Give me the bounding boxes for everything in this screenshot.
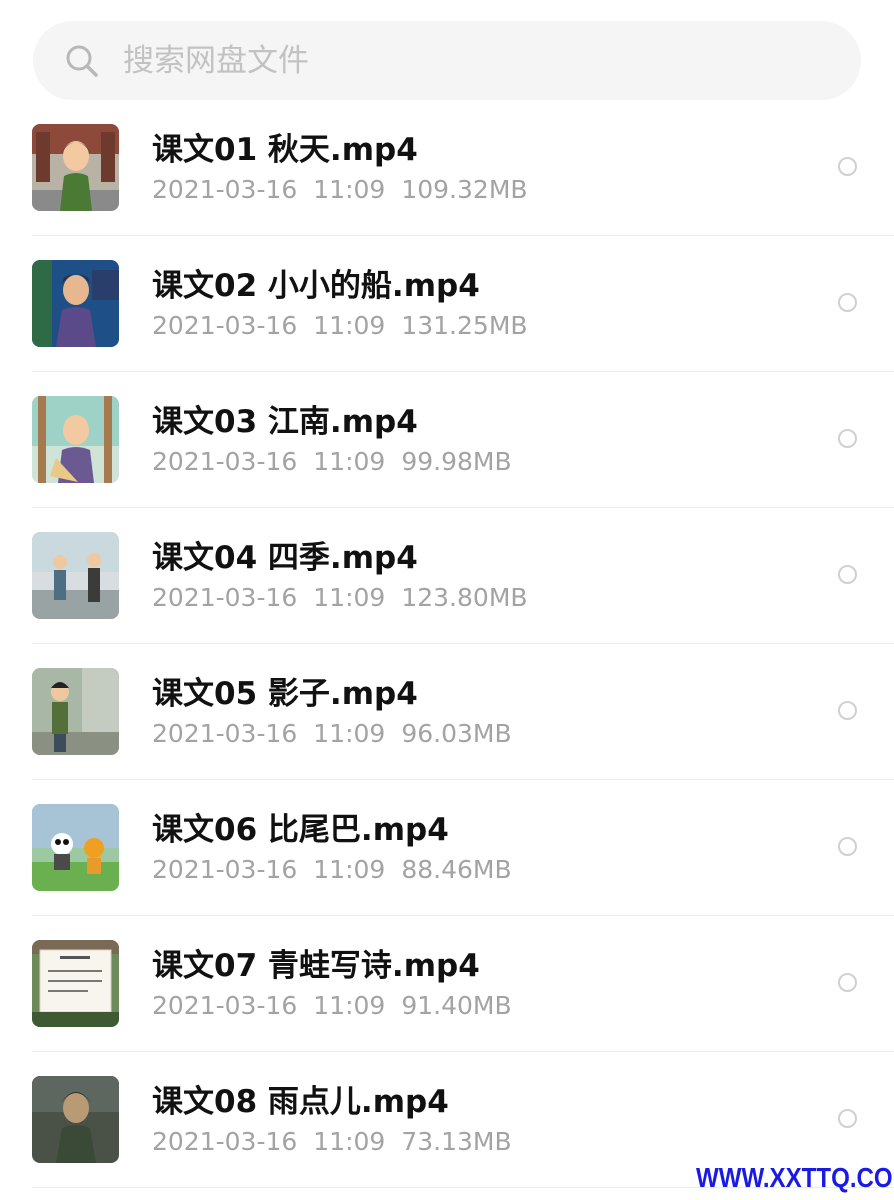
file-item[interactable]: 课文02 小小的船.mp4 2021-03-16 11:09 131.25MB: [0, 236, 894, 372]
file-size: 88.46MB: [401, 855, 512, 884]
file-date: 2021-03-16: [152, 991, 298, 1020]
file-item[interactable]: 课文06 比尾巴.mp4 2021-03-16 11:09 88.46MB: [0, 780, 894, 916]
file-name: 课文02 小小的船.mp4: [152, 268, 480, 304]
file-time: 11:09: [313, 583, 386, 612]
video-thumbnail: [32, 668, 119, 755]
file-size: 99.98MB: [401, 447, 512, 476]
file-time: 11:09: [313, 311, 386, 340]
file-size: 109.32MB: [401, 175, 528, 204]
file-item[interactable]: 课文01 秋天.mp4 2021-03-16 11:09 109.32MB: [0, 100, 894, 236]
file-size: 123.80MB: [401, 583, 528, 612]
file-meta: 2021-03-16 11:09 123.80MB: [152, 582, 528, 614]
file-date: 2021-03-16: [152, 447, 298, 476]
file-time: 11:09: [313, 719, 386, 748]
search-icon: [65, 44, 99, 78]
file-name: 课文06 比尾巴.mp4: [152, 812, 449, 848]
search-input[interactable]: [121, 41, 765, 80]
file-meta: 2021-03-16 11:09 88.46MB: [152, 854, 512, 886]
file-time: 11:09: [313, 991, 386, 1020]
file-time: 11:09: [313, 447, 386, 476]
file-name: 课文03 江南.mp4: [152, 404, 418, 440]
video-thumbnail: [32, 1076, 119, 1163]
file-meta: 2021-03-16 11:09 96.03MB: [152, 718, 512, 750]
file-date: 2021-03-16: [152, 1127, 298, 1156]
file-item[interactable]: 课文03 江南.mp4 2021-03-16 11:09 99.98MB: [0, 372, 894, 508]
file-item[interactable]: 课文05 影子.mp4 2021-03-16 11:09 96.03MB: [0, 644, 894, 780]
file-time: 11:09: [313, 175, 386, 204]
file-meta: 2021-03-16 11:09 73.13MB: [152, 1126, 512, 1158]
file-date: 2021-03-16: [152, 855, 298, 884]
select-checkbox[interactable]: [838, 429, 857, 448]
select-checkbox[interactable]: [838, 701, 857, 720]
file-date: 2021-03-16: [152, 583, 298, 612]
search-bar[interactable]: [33, 21, 861, 100]
select-checkbox[interactable]: [838, 1109, 857, 1128]
file-date: 2021-03-16: [152, 719, 298, 748]
file-item[interactable]: 课文07 青蛙写诗.mp4 2021-03-16 11:09 91.40MB: [0, 916, 894, 1052]
file-name: 课文01 秋天.mp4: [152, 132, 418, 168]
file-meta: 2021-03-16 11:09 91.40MB: [152, 990, 512, 1022]
file-size: 91.40MB: [401, 991, 512, 1020]
video-thumbnail: [32, 396, 119, 483]
file-size: 131.25MB: [401, 311, 528, 340]
file-time: 11:09: [313, 1127, 386, 1156]
watermark-text: WWW.XXTTQ.COM: [696, 1162, 894, 1193]
file-list: 课文01 秋天.mp4 2021-03-16 11:09 109.32MB 课文02…: [0, 100, 894, 1188]
file-date: 2021-03-16: [152, 175, 298, 204]
file-size: 96.03MB: [401, 719, 512, 748]
file-date: 2021-03-16: [152, 311, 298, 340]
select-checkbox[interactable]: [838, 293, 857, 312]
file-name: 课文04 四季.mp4: [152, 540, 418, 576]
video-thumbnail: [32, 124, 119, 211]
file-meta: 2021-03-16 11:09 109.32MB: [152, 174, 528, 206]
file-item[interactable]: 课文04 四季.mp4 2021-03-16 11:09 123.80MB: [0, 508, 894, 644]
video-thumbnail: [32, 804, 119, 891]
file-meta: 2021-03-16 11:09 99.98MB: [152, 446, 512, 478]
select-checkbox[interactable]: [838, 973, 857, 992]
file-name: 课文08 雨点儿.mp4: [152, 1084, 449, 1120]
file-size: 73.13MB: [401, 1127, 512, 1156]
video-thumbnail: [32, 940, 119, 1027]
select-checkbox[interactable]: [838, 157, 857, 176]
video-thumbnail: [32, 532, 119, 619]
file-meta: 2021-03-16 11:09 131.25MB: [152, 310, 528, 342]
select-checkbox[interactable]: [838, 565, 857, 584]
file-name: 课文05 影子.mp4: [152, 676, 418, 712]
file-name: 课文07 青蛙写诗.mp4: [152, 948, 480, 984]
video-thumbnail: [32, 260, 119, 347]
select-checkbox[interactable]: [838, 837, 857, 856]
file-time: 11:09: [313, 855, 386, 884]
